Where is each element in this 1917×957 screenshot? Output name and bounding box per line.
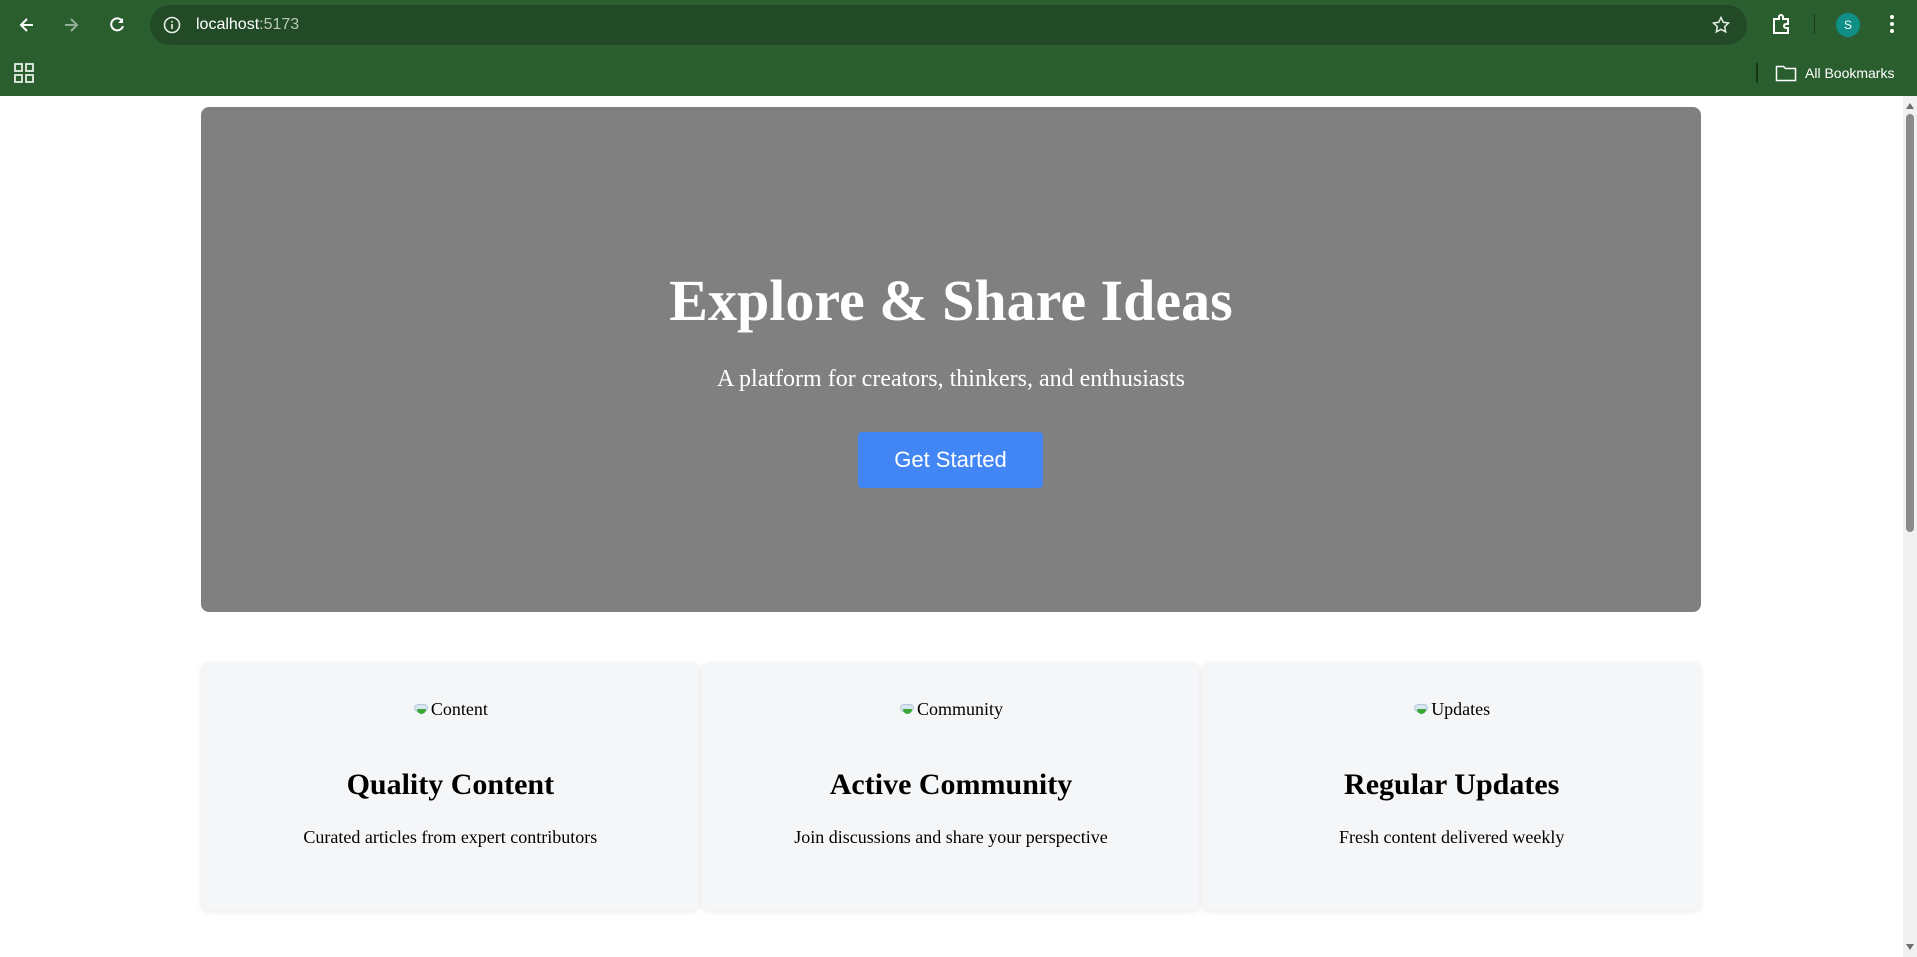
feature-description: Fresh content delivered weekly [1338, 827, 1565, 847]
hero-title: Explore & Share Ideas [669, 268, 1233, 333]
get-started-button[interactable]: Get Started [858, 432, 1043, 488]
menu-kebab-icon[interactable] [1880, 10, 1904, 38]
feature-description: Join discussions and share your perspect… [794, 827, 1108, 847]
page-viewport: Explore & Share Ideas A platform for cre… [0, 96, 1903, 957]
feature-image-updates: Updates [1202, 698, 1701, 720]
hero-section: Explore & Share Ideas A platform for cre… [201, 107, 1701, 612]
image-alt-text: Content [430, 698, 488, 719]
extensions-icon[interactable] [1767, 10, 1795, 38]
url-text: localhost:5173 [196, 16, 299, 34]
feature-card-updates: Updates Regular Updates Fresh content de… [1202, 662, 1702, 910]
back-button[interactable] [12, 10, 42, 40]
address-bar[interactable]: localhost:5173 [150, 5, 1747, 45]
url-host: localhost [196, 16, 260, 33]
hero-subtitle: A platform for creators, thinkers, and e… [717, 366, 1185, 392]
toolbar: localhost:5173 S [0, 0, 1917, 50]
reload-icon [110, 17, 124, 32]
profile-avatar[interactable]: S [1836, 13, 1860, 37]
browser-chrome: localhost:5173 S All Bookmarks [0, 0, 1917, 96]
feature-card-content: Content Quality Content Curated articles… [201, 662, 700, 910]
url-port: :5173 [259, 16, 300, 33]
feature-image-content: Content [201, 698, 700, 720]
toolbar-divider [1814, 14, 1815, 34]
page-scrollbar[interactable] [1903, 96, 1917, 957]
feature-card-community: Community Active Community Join discussi… [701, 662, 1201, 910]
feature-title: Quality Content [346, 768, 555, 801]
site-info-icon[interactable] [162, 15, 182, 35]
image-alt-text: Updates [1431, 698, 1491, 719]
forward-arrow-icon [65, 18, 79, 32]
scroll-up-arrow[interactable] [1906, 103, 1914, 109]
feature-image-community: Community [702, 698, 1201, 720]
forward-button[interactable] [56, 10, 86, 40]
bookmarks-divider [1756, 63, 1758, 83]
all-bookmarks-button[interactable]: All Bookmarks [1775, 61, 1894, 85]
bookmark-star-icon[interactable] [1711, 15, 1731, 35]
feature-title: Regular Updates [1344, 768, 1560, 801]
image-alt-text: Community [917, 698, 1004, 719]
feature-title: Active Community [829, 768, 1073, 801]
back-arrow-icon [19, 18, 33, 32]
all-bookmarks-label: All Bookmarks [1805, 65, 1895, 81]
broken-image-icon [413, 702, 429, 716]
reload-button[interactable] [102, 10, 132, 40]
bookmarks-bar: All Bookmarks [0, 50, 1917, 96]
apps-grid-icon[interactable] [12, 61, 36, 85]
scroll-down-arrow[interactable] [1906, 944, 1914, 950]
scroll-thumb[interactable] [1906, 114, 1914, 532]
folder-icon [1775, 65, 1797, 82]
broken-image-icon [1413, 702, 1429, 716]
broken-image-icon [899, 702, 915, 716]
feature-description: Curated articles from expert contributor… [303, 827, 598, 847]
features-section: Content Quality Content Curated articles… [201, 662, 1702, 910]
